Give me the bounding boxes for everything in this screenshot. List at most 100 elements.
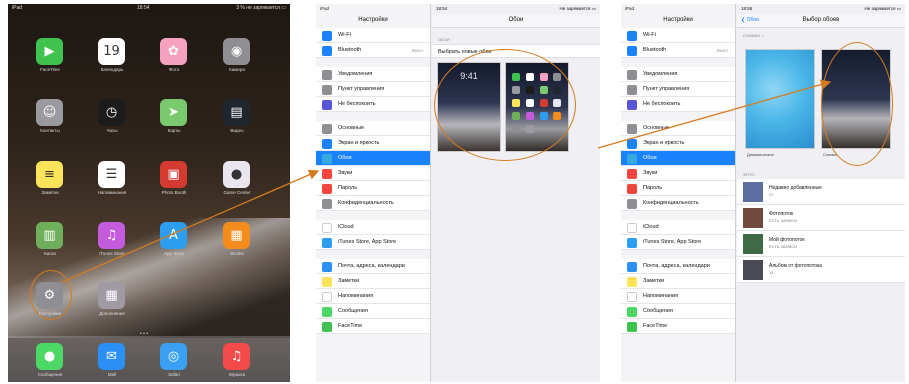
sidebar-item-facetime-small[interactable]: FaceTime [316, 319, 430, 334]
itunes-icon[interactable]: ♫ [98, 222, 125, 249]
wifi-icon [322, 31, 332, 41]
photobooth-icon[interactable]: ▣ [160, 161, 187, 188]
sidebar-item-label: Уведомления [643, 71, 678, 77]
extras-folder-icon[interactable]: ▦ [98, 282, 125, 309]
sidebar-item-passcode[interactable]: Пароль [316, 181, 430, 196]
photos-icon[interactable]: ✿ [160, 38, 187, 65]
section-caption: СНИМКИ ✓ [743, 33, 765, 38]
sidebar-item-label: Почта, адреса, календари [338, 263, 405, 269]
dock-label-музыка: Музыка [229, 372, 245, 377]
sidebar-item-label: iTunes Store, App Store [338, 239, 397, 245]
sidebar-item-reminders-small[interactable]: Напоминания [316, 289, 430, 304]
camera-icon[interactable]: ◉ [223, 38, 250, 65]
messages-small-icon [627, 307, 637, 317]
wallpaper-detail: 18:54 Не заряжается ▭ Обои ОБОИ Выбрать … [432, 4, 600, 382]
album-row[interactable]: Альбом от фотопотока 14 [737, 257, 905, 283]
wallpaper-icon [627, 154, 637, 164]
sidebar-item-bluetooth[interactable]: Bluetooth Выкл. [621, 43, 735, 58]
sidebar-item-mail-contacts[interactable]: Почта, адреса, календари [316, 259, 430, 274]
bluetooth-icon [322, 46, 332, 56]
clock-icon[interactable]: ◷ [98, 99, 125, 126]
sidebar-item-appstore-small[interactable]: iTunes Store, App Store [316, 235, 430, 250]
gamecenter-icon[interactable]: ● [223, 161, 250, 188]
sidebar-item-reminders-small[interactable]: Напоминания [621, 289, 735, 304]
display-icon [627, 139, 637, 149]
app-label-game-center: Game Center [223, 190, 251, 195]
status-bar: iPad 18:54 3 % не заряжается ▭ [12, 5, 286, 13]
group-gap [621, 112, 735, 121]
sidebar-item-passcode[interactable]: Пароль [621, 181, 735, 196]
sidebar-item-general[interactable]: Основные [621, 121, 735, 136]
sidebar-item-sounds[interactable]: Звуки [316, 166, 430, 181]
ibooks-icon[interactable]: ▦ [223, 222, 250, 249]
sidebar-item-notifications[interactable]: Уведомления [316, 67, 430, 82]
status-bar-right: 18:55 Не заряжается ▭ [737, 4, 905, 14]
sidebar-item-do-not-disturb[interactable]: Не беспокоить [621, 97, 735, 112]
sidebar-item-display[interactable]: Экран и яркость [316, 136, 430, 151]
sidebar-item-icloud[interactable]: iCloud [621, 220, 735, 235]
reminders-icon[interactable]: ☰ [98, 161, 125, 188]
sidebar-item-facetime-small[interactable]: FaceTime [621, 319, 735, 334]
app-label-photo-booth: Photo Booth [161, 190, 187, 195]
wallpaper-icon [322, 154, 332, 164]
sidebar-item-do-not-disturb[interactable]: Не беспокоить [316, 97, 430, 112]
sidebar-item-wallpaper[interactable]: Обои [316, 151, 430, 166]
maps-icon[interactable]: ➤ [160, 99, 187, 126]
album-count: ЕСТЬ ЗАПИСИ [769, 244, 798, 249]
sidebar-item-icloud[interactable]: iCloud [316, 220, 430, 235]
sidebar-item-wallpaper[interactable]: Обои [621, 151, 735, 166]
status-device: iPad [625, 6, 635, 11]
status-battery: 3 % не заряжается ▭ [236, 5, 286, 11]
sidebar-item-bluetooth[interactable]: Bluetooth Выкл. [316, 43, 430, 58]
highlight-circle-still [821, 42, 893, 166]
sidebar-item-label: Сообщения [643, 308, 673, 314]
sidebar-item-wifi[interactable]: Wi-Fi [316, 28, 430, 43]
sidebar-item-wifi[interactable]: Wi-Fi [621, 28, 735, 43]
group-gap [316, 211, 430, 220]
sidebar-item-general[interactable]: Основные [316, 121, 430, 136]
album-thumbnail [743, 234, 763, 254]
sidebar-item-sounds[interactable]: Звуки [621, 166, 735, 181]
dock: ● Сообщения ✉ Mail ◎ Safari ♫ Музыка [8, 336, 290, 382]
back-button[interactable]: ❮ Обои [741, 14, 759, 26]
contacts-icon[interactable]: ☺ [36, 99, 63, 126]
dynamic-wallpapers-thumbnail[interactable] [745, 49, 815, 149]
album-row[interactable]: Мой фотопоток ЕСТЬ ЗАПИСИ [737, 231, 905, 257]
sidebar-item-label: Не беспокоить [338, 101, 376, 107]
videos-icon[interactable]: ▤ [223, 99, 250, 126]
sidebar-item-value: Выкл. [716, 47, 729, 53]
album-name: Фотопоток [769, 211, 794, 217]
sidebar-item-display[interactable]: Экран и яркость [621, 136, 735, 151]
sidebar-item-control-center[interactable]: Пункт управления [621, 82, 735, 97]
sidebar-item-control-center[interactable]: Пункт управления [316, 82, 430, 97]
album-row[interactable]: Фотопоток ЕСТЬ ЗАПИСИ [737, 205, 905, 231]
sidebar-item-privacy[interactable]: Конфиденциальность [621, 196, 735, 211]
mail-icon[interactable]: ✉ [98, 343, 125, 370]
section-caption: ОБОИ [438, 37, 450, 42]
sidebar-item-label: iTunes Store, App Store [643, 239, 702, 245]
settings-list: Wi-Fi Bluetooth Выкл. Уведомления Пункт упра… [621, 28, 735, 334]
sidebar-item-privacy[interactable]: Конфиденциальность [316, 196, 430, 211]
album-row[interactable]: Недавно добавленные 27 [737, 179, 905, 205]
app-label-itunes-store: iTunes Store [99, 251, 125, 256]
safari-icon[interactable]: ◎ [160, 343, 187, 370]
sidebar-item-messages-small[interactable]: Сообщения [621, 304, 735, 319]
sidebar-item-notes-small[interactable]: Заметки [621, 274, 735, 289]
sidebar-item-appstore-small[interactable]: iTunes Store, App Store [621, 235, 735, 250]
calendar-icon[interactable]: 19 [98, 38, 125, 65]
messages-icon[interactable]: ● [36, 343, 63, 370]
privacy-icon [322, 199, 332, 209]
facetime-icon[interactable]: ▶ [36, 38, 63, 65]
newsstand-icon[interactable]: ▥ [36, 222, 63, 249]
sidebar-item-notifications[interactable]: Уведомления [621, 67, 735, 82]
appstore-icon[interactable]: A [160, 222, 187, 249]
sounds-icon [322, 169, 332, 179]
sidebar-item-messages-small[interactable]: Сообщения [316, 304, 430, 319]
icloud-icon [322, 223, 332, 233]
sidebar-item-notes-small[interactable]: Заметки [316, 274, 430, 289]
notes-icon[interactable]: ≡ [36, 161, 63, 188]
app-label-киоск: Киоск [44, 251, 56, 256]
sidebar-item-mail-contacts[interactable]: Почта, адреса, календари [621, 259, 735, 274]
music-icon[interactable]: ♫ [223, 343, 250, 370]
facetime-small-icon [322, 322, 332, 332]
